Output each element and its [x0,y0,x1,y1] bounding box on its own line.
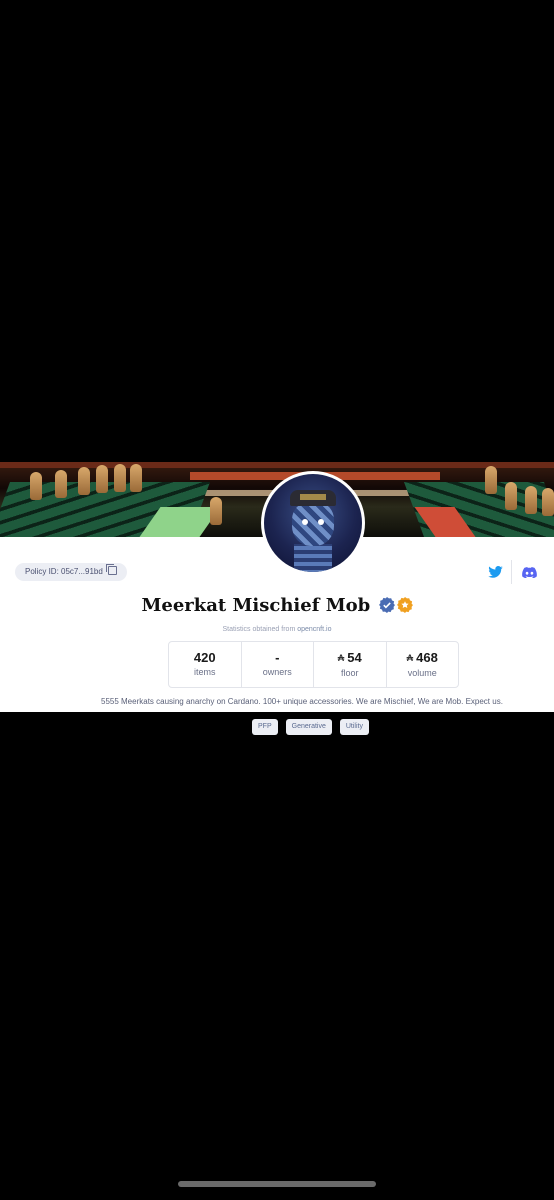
stats-source: Statistics obtained from opencnft.io [222,626,332,633]
stat-volume: ₳ 468 volume [406,650,438,678]
tag-list: PFP Generative Utility [252,719,369,735]
verified-badge-icon [378,597,395,613]
ada-icon: ₳ [406,653,414,663]
home-indicator[interactable] [178,1181,376,1187]
collection-avatar [261,471,365,575]
tag-utility[interactable]: Utility [339,719,369,735]
orange-badge-icon [396,597,413,613]
discord-icon [521,566,537,578]
collection-name: Meerkat Mischief Mob [141,595,371,616]
collection-title: Meerkat Mischief Mob [0,595,554,616]
social-divider [511,560,512,584]
policy-id-chip[interactable]: Policy ID: 05c7...91bd [15,563,127,581]
discord-link[interactable] [517,563,541,581]
opencnft-link[interactable]: opencnft.io [297,626,331,633]
stats-box: 420 items - owners ₳ 54 floor ₳ 468 volume [168,641,459,688]
twitter-icon [487,566,503,578]
twitter-link[interactable] [483,563,507,581]
stat-items: 420 items [169,642,242,687]
copy-icon[interactable] [105,564,117,575]
stat-owners: - owners [242,642,314,687]
tag-generative[interactable]: Generative [285,719,332,735]
ada-icon: ₳ [337,653,345,663]
policy-id-text: Policy ID: 05c7...91bd [25,567,103,576]
tag-pfp[interactable]: PFP [252,719,278,735]
stat-floor: ₳ 54 floor [314,642,387,687]
